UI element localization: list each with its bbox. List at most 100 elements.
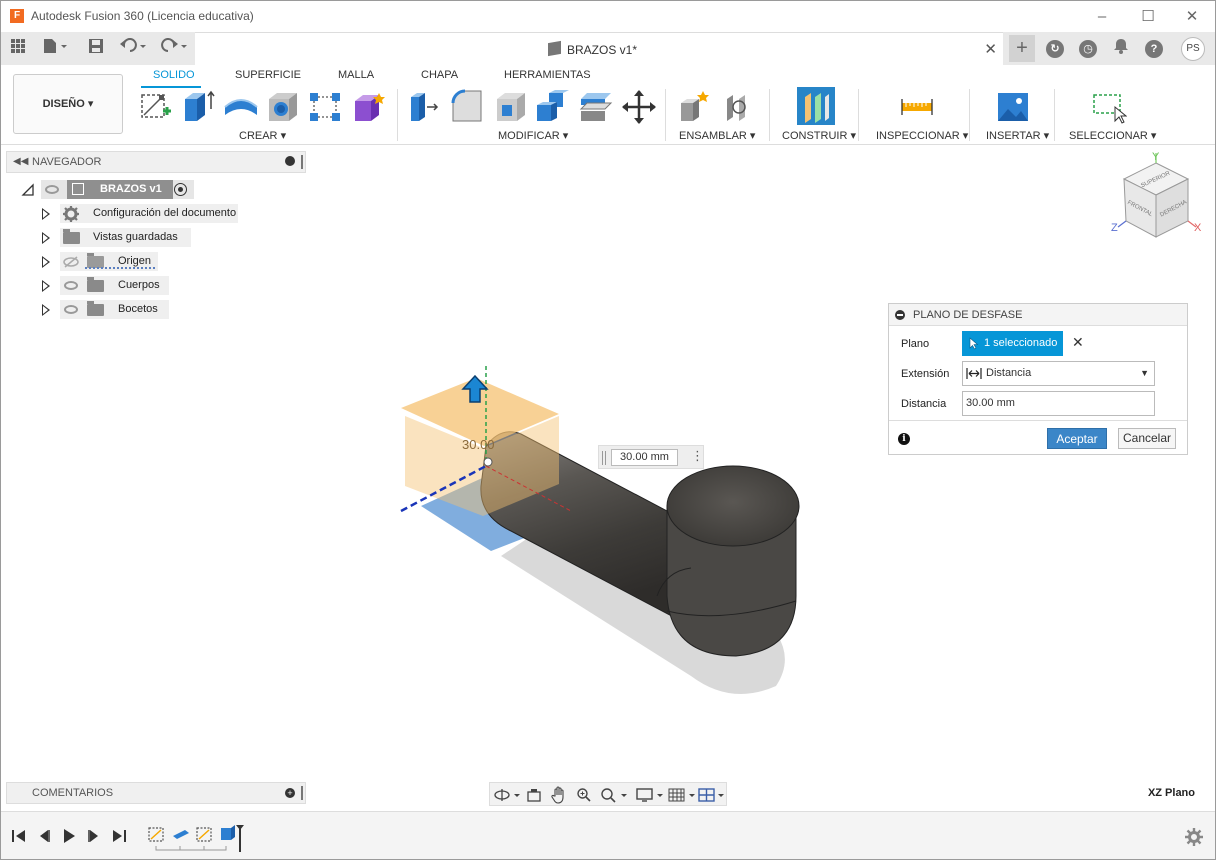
browser-item-named-views[interactable]: Vistas guardadas — [41, 228, 191, 248]
job-status-clock-icon[interactable]: ◷ — [1079, 40, 1097, 58]
distance-floating-value[interactable]: 30.00 mm — [611, 449, 678, 466]
panel-pin-icon[interactable] — [301, 155, 303, 169]
ok-button[interactable]: Aceptar — [1047, 428, 1107, 449]
tab-malla[interactable]: MALLA — [338, 69, 374, 81]
step-back-icon[interactable] — [36, 828, 52, 844]
expand-arrow-icon[interactable] — [42, 304, 50, 316]
collapse-panel-icon[interactable]: ◀◀ — [13, 156, 28, 167]
undo-icon[interactable] — [118, 38, 150, 60]
collapse-dialog-icon[interactable] — [895, 310, 905, 320]
shell-icon[interactable] — [493, 89, 529, 125]
expand-down-icon[interactable] — [21, 183, 35, 197]
ensamblar-group-label[interactable]: ENSAMBLAR ▾ — [679, 129, 755, 142]
tab-document[interactable]: BRAZOS v1* ✕ — [195, 32, 1003, 65]
look-at-icon[interactable] — [526, 787, 542, 803]
expand-arrow-icon[interactable] — [42, 208, 50, 220]
cancel-button[interactable]: Cancelar — [1118, 428, 1176, 449]
orbit-icon[interactable] — [494, 787, 524, 803]
panel-minimize-icon[interactable] — [285, 156, 295, 166]
new-tab-button[interactable]: + — [1009, 35, 1035, 62]
measure-icon[interactable] — [899, 89, 935, 125]
tab-solido[interactable]: SOLIDO — [153, 69, 195, 81]
split-body-icon[interactable] — [579, 89, 615, 125]
window-select-icon[interactable] — [1091, 89, 1128, 125]
construir-group-label[interactable]: CONSTRUIR ▾ — [782, 129, 856, 142]
drag-grip-icon[interactable] — [602, 451, 606, 465]
hidden-eye-icon[interactable] — [63, 255, 79, 269]
data-panel-grid-icon[interactable] — [7, 38, 29, 60]
panel-pin-icon[interactable] — [301, 786, 303, 800]
combine-icon[interactable] — [535, 89, 571, 125]
timeline-settings-gear-icon[interactable] — [1185, 828, 1203, 846]
expand-arrow-icon[interactable] — [42, 256, 50, 268]
browser-item-bodies[interactable]: Cuerpos — [41, 276, 171, 296]
tab-chapa[interactable]: CHAPA — [421, 69, 458, 81]
modificar-group-label[interactable]: MODIFICAR ▾ — [498, 129, 568, 142]
add-comment-icon[interactable]: + — [285, 788, 295, 798]
visibility-eye-icon[interactable] — [64, 305, 78, 314]
visibility-eye-icon[interactable] — [45, 185, 59, 194]
play-icon[interactable] — [61, 828, 77, 844]
browser-item-document-settings[interactable]: Configuración del documento — [41, 204, 241, 224]
viewcube-graphic[interactable] — [1106, 151, 1206, 251]
extensions-icon[interactable]: ↻ — [1046, 40, 1064, 58]
viewports-icon[interactable] — [698, 787, 728, 803]
redo-icon[interactable] — [159, 38, 191, 60]
distance-floating-input[interactable]: 30.00 mm ⋮ — [598, 445, 704, 469]
info-icon[interactable]: i — [898, 433, 910, 445]
browser-item-origin[interactable]: Origen — [41, 252, 161, 272]
close-window-button[interactable]: ✕ — [1169, 1, 1215, 32]
expand-arrow-icon[interactable] — [42, 232, 50, 244]
extrude-icon[interactable] — [181, 89, 217, 125]
comments-panel-header[interactable]: COMENTARIOS + — [6, 782, 306, 804]
clear-selection-icon[interactable]: ✕ — [1072, 334, 1084, 351]
activate-component-icon[interactable] — [174, 183, 187, 196]
browser-item-sketches[interactable]: Bocetos — [41, 300, 171, 320]
notifications-bell-icon[interactable] — [1110, 38, 1132, 60]
distance-input[interactable]: 30.00 mm — [962, 391, 1155, 416]
browser-panel-header[interactable]: ◀◀ NAVEGADOR — [6, 151, 306, 173]
tab-superficie[interactable]: SUPERFICIE — [235, 69, 301, 81]
joint-icon[interactable] — [721, 89, 757, 125]
fillet-icon[interactable] — [449, 89, 485, 125]
hole-icon[interactable] — [265, 89, 301, 125]
tab-herramientas[interactable]: HERRAMIENTAS — [504, 69, 591, 81]
expand-arrow-icon[interactable] — [42, 280, 50, 292]
zoom-icon[interactable] — [576, 787, 592, 803]
fit-zoom-icon[interactable] — [600, 787, 630, 803]
maximize-button[interactable]: ☐ — [1125, 1, 1171, 32]
create-sketch-icon[interactable] — [137, 89, 173, 125]
move-copy-icon[interactable] — [621, 89, 657, 125]
file-menu-icon[interactable] — [41, 38, 71, 60]
more-options-icon[interactable]: ⋮ — [691, 449, 704, 463]
go-to-end-icon[interactable] — [111, 828, 127, 844]
model-viewport[interactable] — [391, 356, 811, 706]
seleccionar-group-label[interactable]: SELECCIONAR ▾ — [1069, 129, 1156, 142]
workspace-switcher-button[interactable]: DISEÑO ▾ — [13, 74, 123, 134]
press-pull-icon[interactable] — [405, 89, 441, 125]
insert-image-icon[interactable] — [995, 89, 1031, 125]
offset-plane-icon[interactable] — [797, 87, 835, 125]
extension-dropdown[interactable]: Distancia ▼ — [962, 361, 1155, 386]
cylinder-top-face[interactable] — [666, 465, 800, 547]
crear-group-label[interactable]: CREAR ▾ — [239, 129, 286, 142]
revolve-icon[interactable] — [223, 89, 259, 125]
pan-hand-icon[interactable] — [550, 786, 568, 804]
help-icon[interactable]: ? — [1145, 40, 1163, 58]
user-avatar[interactable]: PS — [1181, 37, 1205, 61]
minimize-button[interactable]: – — [1079, 1, 1125, 32]
go-to-start-icon[interactable] — [11, 828, 27, 844]
save-icon[interactable] — [85, 38, 107, 60]
insertar-group-label[interactable]: INSERTAR ▾ — [986, 129, 1049, 142]
viewcube[interactable]: Y X Z SUPERIOR FRONTAL DERECHA — [1106, 151, 1206, 251]
visibility-eye-icon[interactable] — [64, 281, 78, 290]
create-form-icon[interactable] — [351, 89, 387, 125]
pattern-icon[interactable] — [307, 89, 343, 125]
new-component-icon[interactable] — [677, 89, 713, 125]
display-settings-icon[interactable] — [636, 787, 666, 803]
browser-root-row[interactable]: BRAZOS v1 — [19, 180, 199, 200]
plane-selection-button[interactable]: 1 seleccionado — [962, 331, 1063, 356]
inspeccionar-group-label[interactable]: INSPECCIONAR ▾ — [876, 129, 968, 142]
grid-snap-icon[interactable] — [668, 787, 698, 803]
dialog-header[interactable]: PLANO DE DESFASE — [889, 304, 1187, 326]
